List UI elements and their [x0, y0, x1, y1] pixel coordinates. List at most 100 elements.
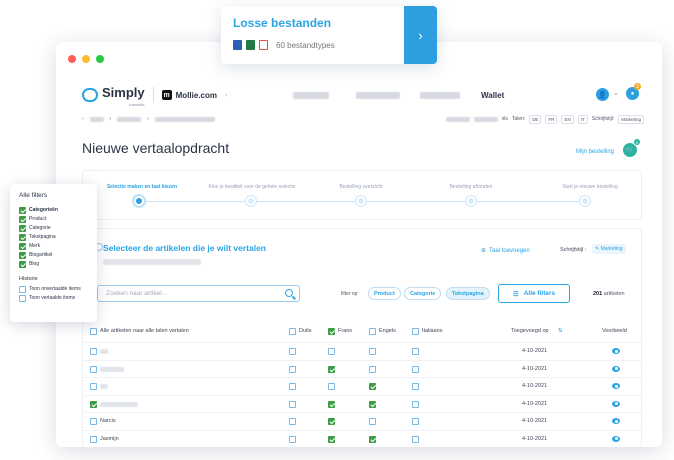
- eye-icon[interactable]: [612, 348, 620, 354]
- filter-chip-product[interactable]: Product: [368, 287, 401, 300]
- my-order-link[interactable]: Mijn bestelling: [576, 149, 614, 155]
- lang-checkbox[interactable]: [412, 348, 419, 355]
- nav-link-blurred-3[interactable]: [420, 91, 460, 99]
- user-avatar[interactable]: 👤: [596, 88, 609, 101]
- table-row[interactable]: 4-10-2021: [83, 342, 643, 359]
- filter-option[interactable]: Product: [19, 216, 88, 225]
- header-check-3[interactable]: [412, 328, 419, 335]
- all-filters-button[interactable]: ☰ Alle filters: [498, 284, 570, 303]
- select-all-checkbox[interactable]: [90, 328, 97, 335]
- history-option[interactable]: Toon onvertaalde items: [19, 286, 88, 295]
- history-checkbox[interactable]: [19, 286, 26, 293]
- add-language-button[interactable]: ⊕ Taal toevoegen: [481, 247, 530, 255]
- lang-checkbox[interactable]: [369, 400, 376, 408]
- filter-option[interactable]: Tekstpagina: [19, 234, 88, 243]
- sort-icon[interactable]: ⇅: [558, 328, 563, 334]
- lang-checkbox[interactable]: [412, 365, 419, 373]
- row-checkbox[interactable]: [90, 435, 97, 443]
- header-check-1[interactable]: [328, 328, 335, 335]
- lang-chip-de[interactable]: DE: [529, 114, 542, 124]
- filter-chip-textpage[interactable]: Tekstpagina: [446, 287, 490, 300]
- lang-checkbox[interactable]: [289, 383, 296, 390]
- step-dot-1[interactable]: [134, 196, 144, 206]
- lang-checkbox[interactable]: [328, 365, 335, 373]
- step-dot-3[interactable]: [356, 196, 366, 206]
- lang-checkbox[interactable]: [328, 435, 335, 443]
- lang-checkbox[interactable]: [328, 383, 335, 390]
- chevron-right-icon[interactable]: ›: [404, 6, 437, 64]
- header-check-0[interactable]: [289, 328, 296, 335]
- filter-option[interactable]: Categorie: [19, 225, 88, 234]
- lang-checkbox[interactable]: [289, 435, 296, 443]
- logo[interactable]: Simply translate: [98, 84, 145, 107]
- breadcrumb-item-3[interactable]: [155, 116, 216, 122]
- eye-icon[interactable]: [612, 418, 620, 424]
- filter-checkbox[interactable]: [19, 261, 26, 268]
- search-icon[interactable]: [285, 289, 293, 297]
- lang-checkbox[interactable]: [289, 365, 296, 373]
- lang-checkbox[interactable]: [369, 365, 376, 373]
- table-row[interactable]: Narcis 4-10-2021: [83, 412, 643, 429]
- row-checkbox[interactable]: [90, 348, 97, 355]
- table-row[interactable]: 4-10-2021: [83, 377, 643, 394]
- row-checkbox[interactable]: [90, 418, 97, 425]
- table-row[interactable]: Jasmijn 4-10-2021: [83, 429, 643, 447]
- row-checkbox[interactable]: [90, 383, 97, 390]
- breadcrumb-item-2[interactable]: [117, 116, 142, 122]
- step-dot-4[interactable]: [466, 196, 476, 206]
- history-option[interactable]: Toon vertaalde items: [19, 295, 88, 304]
- close-window-button[interactable]: [68, 55, 76, 63]
- eye-icon[interactable]: [612, 435, 620, 442]
- step-dot-2[interactable]: [246, 196, 256, 206]
- eye-icon[interactable]: [612, 383, 620, 389]
- lang-checkbox[interactable]: [289, 348, 296, 355]
- lang-chip-fr[interactable]: FR: [545, 114, 558, 124]
- added-on-header[interactable]: Toegevoegd op: [511, 328, 549, 334]
- filter-option[interactable]: Blogartikel: [19, 252, 88, 261]
- table-row[interactable]: 4-10-2021: [83, 394, 643, 412]
- filter-option[interactable]: Merk: [19, 243, 88, 252]
- article-search-input[interactable]: Zoeken naar artikel...: [97, 285, 300, 302]
- step-dot-5[interactable]: [580, 196, 590, 206]
- lang-checkbox[interactable]: [369, 383, 376, 390]
- filter-checkbox[interactable]: [19, 207, 26, 214]
- writing-style-chip[interactable]: ✎ Marketing: [592, 244, 626, 254]
- eye-icon[interactable]: [612, 400, 620, 407]
- lang-checkbox[interactable]: [412, 435, 419, 443]
- nav-link-blurred-1[interactable]: [293, 91, 329, 99]
- style-chip[interactable]: Marketing: [618, 114, 644, 124]
- history-checkbox[interactable]: [19, 295, 26, 302]
- filter-checkbox[interactable]: [19, 216, 26, 223]
- lang-checkbox[interactable]: [289, 400, 296, 408]
- filter-checkbox[interactable]: [19, 234, 26, 241]
- row-checkbox[interactable]: [90, 400, 97, 408]
- lang-chip-it[interactable]: IT: [577, 114, 588, 124]
- filter-checkbox[interactable]: [19, 243, 26, 250]
- lang-chip-en[interactable]: EN: [561, 114, 574, 124]
- store-name[interactable]: Mollie.com: [176, 91, 217, 100]
- lang-checkbox[interactable]: [328, 418, 335, 425]
- lang-checkbox[interactable]: [369, 348, 376, 355]
- lang-checkbox[interactable]: [328, 400, 335, 408]
- chevron-down-icon[interactable]: ⌄: [613, 89, 619, 97]
- filter-option[interactable]: Categorieën: [19, 207, 88, 216]
- filter-chip-category[interactable]: Categorie: [404, 287, 442, 300]
- header-check-2[interactable]: [369, 328, 376, 335]
- lang-checkbox[interactable]: [289, 418, 296, 425]
- nav-link-blurred-2[interactable]: [356, 91, 400, 99]
- lang-checkbox[interactable]: [412, 383, 419, 390]
- file-types-card[interactable]: Losse bestanden 60 bestandtypes ›: [221, 6, 437, 64]
- minimize-window-button[interactable]: [82, 55, 90, 63]
- lang-checkbox[interactable]: [412, 400, 419, 408]
- eye-icon[interactable]: [612, 365, 620, 372]
- row-checkbox[interactable]: [90, 365, 97, 373]
- filter-checkbox[interactable]: [19, 252, 26, 259]
- lang-checkbox[interactable]: [369, 435, 376, 443]
- lang-checkbox[interactable]: [369, 418, 376, 425]
- nav-wallet[interactable]: Wallet: [481, 91, 504, 100]
- lang-checkbox[interactable]: [328, 348, 335, 355]
- lang-checkbox[interactable]: [412, 418, 419, 425]
- filter-option[interactable]: Blog: [19, 261, 88, 270]
- table-row[interactable]: 4-10-2021: [83, 359, 643, 377]
- breadcrumb-item-1[interactable]: [89, 116, 104, 122]
